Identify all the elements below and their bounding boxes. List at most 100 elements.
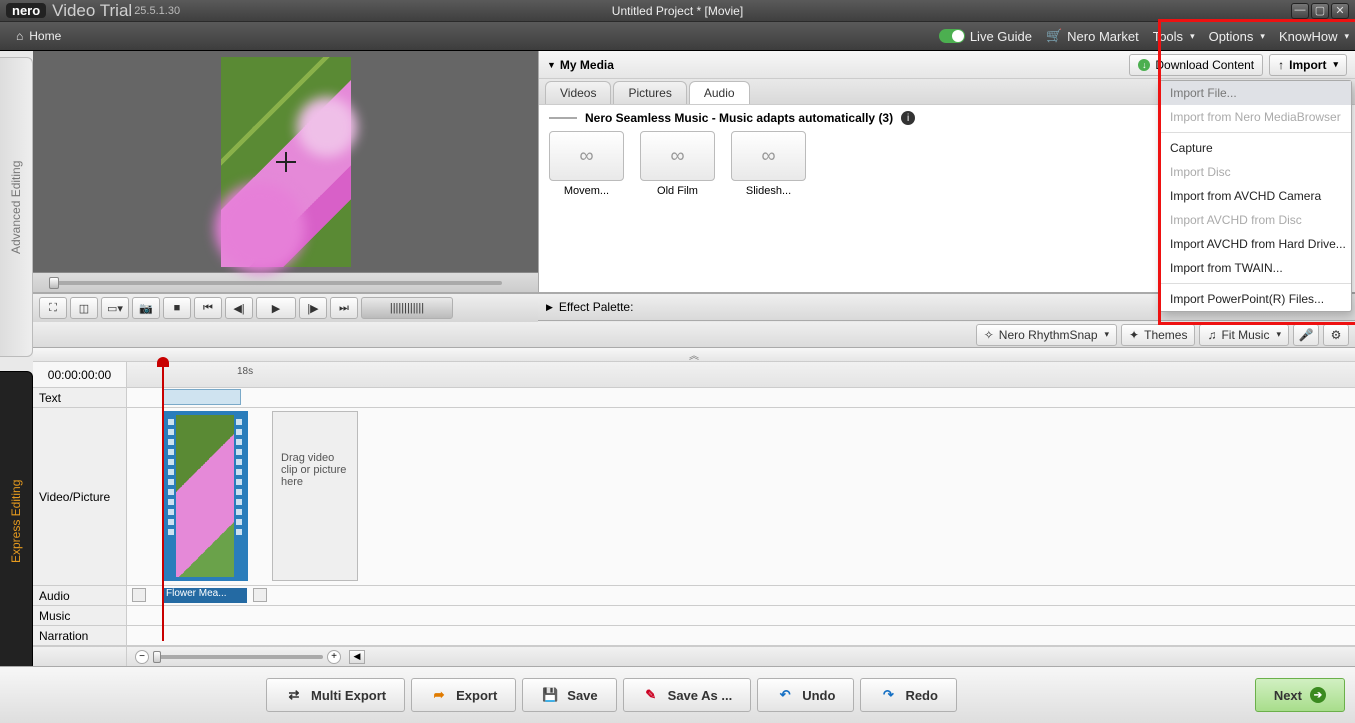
play-button[interactable]: ▶ — [256, 297, 296, 319]
scroll-left-button[interactable]: ◀ — [349, 650, 365, 664]
next-frame-button[interactable]: ⏭ — [330, 297, 358, 319]
audio-track[interactable]: Flower Mea... — [127, 586, 1355, 605]
caret-down-icon: ▾ — [1105, 329, 1110, 340]
import-arrow-icon: ↑ — [1278, 58, 1284, 72]
window-maximize-button[interactable]: ▢ — [1311, 3, 1329, 19]
export-icon: ➦ — [430, 686, 448, 704]
text-track[interactable] — [127, 388, 1355, 407]
microphone-icon: 🎤 — [1299, 328, 1314, 342]
zoom-out-button[interactable]: − — [135, 650, 149, 664]
playhead[interactable] — [162, 361, 164, 641]
track-label-text: Text — [33, 388, 127, 407]
audio-item[interactable]: ∞Old Film — [640, 131, 715, 197]
undo-button[interactable]: ↶Undo — [757, 678, 854, 712]
fit-music-button[interactable]: ♫Fit Music▾ — [1199, 324, 1289, 346]
tab-videos[interactable]: Videos — [545, 81, 611, 104]
dropdown-import-file[interactable]: Import File... — [1160, 81, 1351, 105]
settings-small-button[interactable]: ⚙ — [1323, 324, 1349, 346]
redo-icon: ↷ — [879, 686, 897, 704]
save-as-button[interactable]: ✎Save As ... — [623, 678, 752, 712]
save-as-label: Save As ... — [668, 688, 733, 703]
snapshot-button[interactable]: 📷 — [132, 297, 160, 319]
crosshair-icon — [276, 152, 296, 172]
vertical-tabs: Advanced Editing Express Editing — [0, 51, 33, 666]
zoom-in-button[interactable]: + — [327, 650, 341, 664]
download-content-button[interactable]: ↓ Download Content — [1129, 54, 1263, 76]
toggle-on-icon — [939, 29, 965, 43]
timeline-ruler[interactable]: 18s — [127, 362, 1355, 387]
options-menu[interactable]: Options▾ — [1209, 29, 1265, 44]
dropdown-capture[interactable]: Capture — [1160, 136, 1351, 160]
window-close-button[interactable]: ✕ — [1331, 3, 1349, 19]
redo-button[interactable]: ↷Redo — [860, 678, 957, 712]
next-button[interactable]: Next➔ — [1255, 678, 1345, 712]
zoom-slider[interactable] — [153, 655, 323, 659]
nero-market-link[interactable]: 🛒 Nero Market — [1046, 28, 1139, 44]
drop-hint[interactable]: Drag video clip or picture here — [272, 411, 358, 581]
prev-frame-button[interactable]: ⏮ — [194, 297, 222, 319]
track-label-music: Music — [33, 606, 127, 625]
jog-wheel[interactable]: |||||||||||| — [361, 297, 453, 319]
nero-market-label: Nero Market — [1067, 29, 1139, 44]
save-button[interactable]: 💾Save — [522, 678, 616, 712]
audio-item[interactable]: ∞Slidesh... — [731, 131, 806, 197]
audio-clip-label[interactable]: Flower Mea... — [163, 588, 247, 603]
expand-icon[interactable]: ▶ — [546, 302, 553, 313]
themes-button[interactable]: ✦Themes — [1121, 324, 1195, 346]
tools-menu[interactable]: Tools▾ — [1153, 29, 1195, 44]
info-icon[interactable]: i — [901, 111, 915, 125]
preview-canvas[interactable] — [33, 51, 538, 272]
dropdown-import-powerpoint[interactable]: Import PowerPoint(R) Files... — [1160, 287, 1351, 311]
timeline: 00:00:00:00 18s Text Video/Picture Drag … — [33, 362, 1355, 666]
knowhow-menu[interactable]: KnowHow▾ — [1279, 29, 1349, 44]
music-icon: ♫ — [1207, 328, 1216, 342]
narration-track[interactable] — [127, 626, 1355, 645]
home-label: Home — [29, 29, 61, 43]
export-button[interactable]: ➦Export — [411, 678, 516, 712]
fit-button[interactable]: ◫ — [70, 297, 98, 319]
dropdown-import-mediabrowser: Import from Nero MediaBrowser — [1160, 105, 1351, 129]
fullscreen-button[interactable]: ⛶ — [39, 297, 67, 319]
scrubber-knob[interactable] — [49, 277, 59, 289]
live-guide-toggle[interactable]: Live Guide — [939, 29, 1032, 44]
multi-export-icon: ⇄ — [285, 686, 303, 704]
window-minimize-button[interactable]: — — [1291, 3, 1309, 19]
media-panel: ▼ My Media ↓ Download Content ↑ Import ▾… — [538, 51, 1355, 292]
multi-export-label: Multi Export — [311, 688, 386, 703]
stop-button[interactable]: ■ — [163, 297, 191, 319]
dropdown-import-avchd-hd[interactable]: Import AVCHD from Hard Drive... — [1160, 232, 1351, 256]
audio-item[interactable]: ∞Movem... — [549, 131, 624, 197]
wand-icon: ✧ — [984, 328, 994, 342]
video-track[interactable]: Drag video clip or picture here — [127, 408, 1355, 585]
undo-icon: ↶ — [776, 686, 794, 704]
multi-export-button[interactable]: ⇄ Multi Export — [266, 678, 405, 712]
video-clip[interactable] — [162, 411, 248, 581]
tab-pictures[interactable]: Pictures — [613, 81, 686, 104]
aspect-button[interactable]: ▭▾ — [101, 297, 129, 319]
collapse-icon[interactable]: ▼ — [547, 60, 556, 70]
home-button[interactable]: ⌂ Home — [6, 26, 71, 46]
seamless-label: Nero Seamless Music - Music adapts autom… — [585, 111, 893, 125]
tab-advanced-editing[interactable]: Advanced Editing — [0, 57, 33, 357]
text-clip[interactable] — [162, 389, 241, 405]
tab-express-editing[interactable]: Express Editing — [0, 371, 33, 671]
music-track[interactable] — [127, 606, 1355, 625]
zoom-knob[interactable] — [153, 651, 161, 663]
caret-down-icon: ▾ — [1333, 59, 1338, 70]
dropdown-import-twain[interactable]: Import from TWAIN... — [1160, 256, 1351, 280]
dropdown-import-disc: Import Disc — [1160, 160, 1351, 184]
microphone-button[interactable]: 🎤 — [1293, 324, 1319, 346]
rhythmsnap-button[interactable]: ✧Nero RhythmSnap▾ — [976, 324, 1117, 346]
lock-icon[interactable] — [132, 588, 146, 602]
download-label: Download Content — [1155, 58, 1254, 72]
timeline-collapse-toggle[interactable]: ︽ — [33, 348, 1355, 362]
step-back-button[interactable]: ◀| — [225, 297, 253, 319]
import-button[interactable]: ↑ Import ▾ — [1269, 54, 1347, 76]
preview-scrubber[interactable] — [33, 272, 538, 292]
tab-audio[interactable]: Audio — [689, 81, 750, 104]
dropdown-import-avchd-camera[interactable]: Import from AVCHD Camera — [1160, 184, 1351, 208]
step-forward-button[interactable]: |▶ — [299, 297, 327, 319]
download-icon: ↓ — [1138, 59, 1150, 71]
caret-down-icon: ▾ — [1260, 31, 1265, 42]
lock-icon[interactable] — [253, 588, 267, 602]
